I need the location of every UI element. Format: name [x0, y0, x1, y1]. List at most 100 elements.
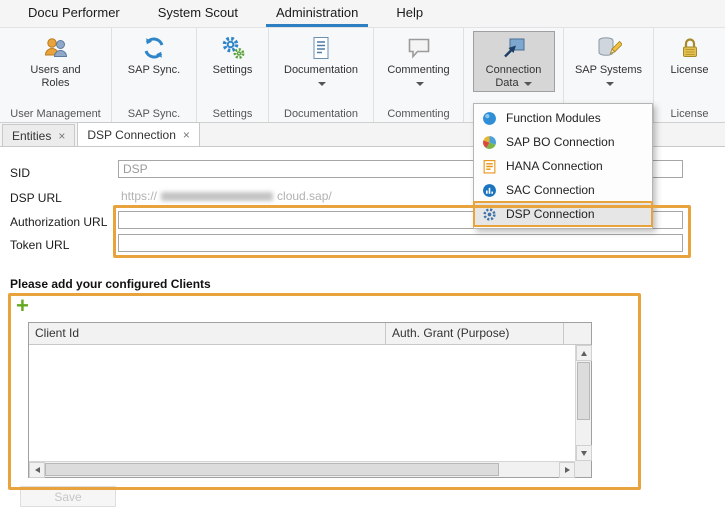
menu-item-sap-bo-connection[interactable]: SAP BO Connection: [474, 130, 652, 154]
triangle-left-icon: [35, 467, 40, 473]
scroll-left-button[interactable]: [29, 462, 45, 478]
chevron-down-icon: [318, 82, 326, 86]
save-button[interactable]: Save: [20, 486, 116, 507]
connection-data-menu: Function Modules SAP BO Connection: [473, 103, 653, 229]
chevron-down-icon: [416, 82, 424, 86]
menu-item-hana-connection[interactable]: HANA Connection: [474, 154, 652, 178]
menu-item-label: DSP Connection: [506, 207, 595, 221]
ribbon-group-settings: Settings Settings: [197, 28, 269, 122]
vertical-scrollbar[interactable]: [575, 345, 591, 461]
menu-item-label: SAP BO Connection: [506, 135, 615, 149]
redacted-url-segment: [161, 192, 273, 201]
menu-item-label: SAC Connection: [506, 183, 595, 197]
column-header-filler: [564, 323, 591, 345]
authorization-url-label: Authorization URL: [10, 215, 107, 229]
documentation-button[interactable]: Documentation: [273, 31, 369, 92]
pie-chart-icon: [482, 135, 497, 150]
menu-item-sac-connection[interactable]: SAC Connection: [474, 178, 652, 202]
tab-dsp-connection[interactable]: DSP Connection ×: [77, 122, 200, 146]
ribbon-group-user-management: Users and Roles User Management: [0, 28, 112, 122]
triangle-right-icon: [565, 467, 570, 473]
ribbon-group-documentation: Documentation Documentation: [269, 28, 374, 122]
sync-icon: [141, 35, 167, 61]
users-icon: [43, 35, 69, 61]
ribbon-button-label: Connection Data: [479, 64, 549, 90]
clients-heading: Please add your configured Clients: [10, 277, 211, 291]
ribbon-group-caption: Commenting: [374, 108, 463, 120]
connection-data-icon: [501, 35, 527, 61]
ribbon-group-caption: SAP Sync.: [112, 108, 196, 120]
chevron-down-icon: [606, 82, 614, 86]
scroll-right-button[interactable]: [559, 462, 575, 478]
app-window: Docu Performer System Scout Administrati…: [0, 0, 725, 523]
sap-sync-button[interactable]: SAP Sync.: [118, 31, 190, 79]
ribbon-button-label: License: [668, 64, 712, 77]
ribbon-button-text: Connection Data: [486, 64, 542, 89]
sid-label: SID: [10, 166, 30, 180]
scrollbar-corner: [575, 461, 591, 477]
ribbon-group-caption: License: [654, 108, 725, 120]
triangle-up-icon: [581, 351, 587, 356]
hana-icon: [482, 159, 497, 174]
gear-icon: [482, 207, 497, 222]
menu-tab-help[interactable]: Help: [386, 0, 433, 27]
commenting-button[interactable]: Commenting: [378, 31, 460, 92]
connection-data-button[interactable]: Connection Data: [473, 31, 555, 92]
ribbon-button-label: Settings: [208, 64, 258, 77]
settings-button[interactable]: Settings: [202, 31, 264, 79]
triangle-down-icon: [581, 451, 587, 456]
users-and-roles-button[interactable]: Users and Roles: [22, 31, 90, 92]
gears-icon: [220, 35, 246, 61]
ribbon-group-caption: Settings: [197, 108, 268, 120]
menu-item-function-modules[interactable]: Function Modules: [474, 106, 652, 130]
token-url-label: Token URL: [10, 238, 69, 252]
tab-entities[interactable]: Entities ×: [2, 124, 75, 146]
tab-label: DSP Connection: [87, 124, 176, 146]
menu-bar: Docu Performer System Scout Administrati…: [0, 0, 725, 28]
menu-tab-administration[interactable]: Administration: [266, 0, 368, 27]
padlock-icon: [677, 35, 703, 61]
column-header-auth-grant[interactable]: Auth. Grant (Purpose): [386, 323, 564, 345]
document-icon: [308, 35, 334, 61]
ribbon-group-commenting: Commenting Commenting: [374, 28, 464, 122]
ribbon-button-label: SAP Sync.: [124, 64, 184, 77]
column-header-client-id[interactable]: Client Id: [29, 323, 386, 345]
horizontal-scrollbar-thumb[interactable]: [45, 463, 499, 476]
add-client-button[interactable]: +: [16, 296, 36, 316]
ribbon-group-caption: Documentation: [269, 108, 373, 120]
dsp-url-value: https:// cloud.sap/: [121, 188, 332, 204]
table-header-row: Client Id Auth. Grant (Purpose): [29, 323, 591, 345]
ribbon-button-label: Documentation: [279, 64, 363, 90]
close-icon[interactable]: ×: [183, 124, 190, 146]
ribbon-button-text: SAP Systems: [575, 64, 642, 76]
chevron-down-icon: [524, 82, 532, 86]
sap-systems-button[interactable]: SAP Systems: [568, 31, 650, 92]
scroll-down-button[interactable]: [576, 445, 592, 461]
url-suffix: cloud.sap/: [277, 189, 332, 203]
clients-table: Client Id Auth. Grant (Purpose): [28, 322, 592, 478]
ribbon-button-label: Commenting: [384, 64, 454, 90]
menu-tab-system-scout[interactable]: System Scout: [148, 0, 248, 27]
ribbon-button-label: Users and Roles: [28, 64, 84, 90]
menu-item-label: Function Modules: [506, 111, 601, 125]
ribbon-button-text: Commenting: [387, 64, 449, 76]
ribbon-button-label: SAP Systems: [574, 64, 644, 90]
menu-item-label: HANA Connection: [506, 159, 603, 173]
ribbon-group-caption: User Management: [0, 108, 111, 120]
ribbon-group-sap-sync: SAP Sync. SAP Sync.: [112, 28, 197, 122]
ribbon-button-text: Documentation: [284, 64, 358, 76]
comment-bubble-icon: [406, 35, 432, 61]
table-body-empty: [29, 345, 575, 461]
vertical-scrollbar-thumb[interactable]: [577, 362, 590, 420]
menu-tab-docu-performer[interactable]: Docu Performer: [18, 0, 130, 27]
function-modules-icon: [482, 111, 497, 126]
horizontal-scrollbar[interactable]: [29, 461, 575, 477]
license-button[interactable]: License: [662, 31, 718, 79]
tab-label: Entities: [12, 126, 51, 146]
dsp-url-label: DSP URL: [10, 191, 62, 205]
token-url-input[interactable]: [118, 234, 683, 252]
bar-chart-icon: [482, 183, 497, 198]
close-icon[interactable]: ×: [58, 126, 65, 146]
menu-item-dsp-connection[interactable]: DSP Connection: [474, 202, 652, 226]
scroll-up-button[interactable]: [576, 345, 592, 361]
